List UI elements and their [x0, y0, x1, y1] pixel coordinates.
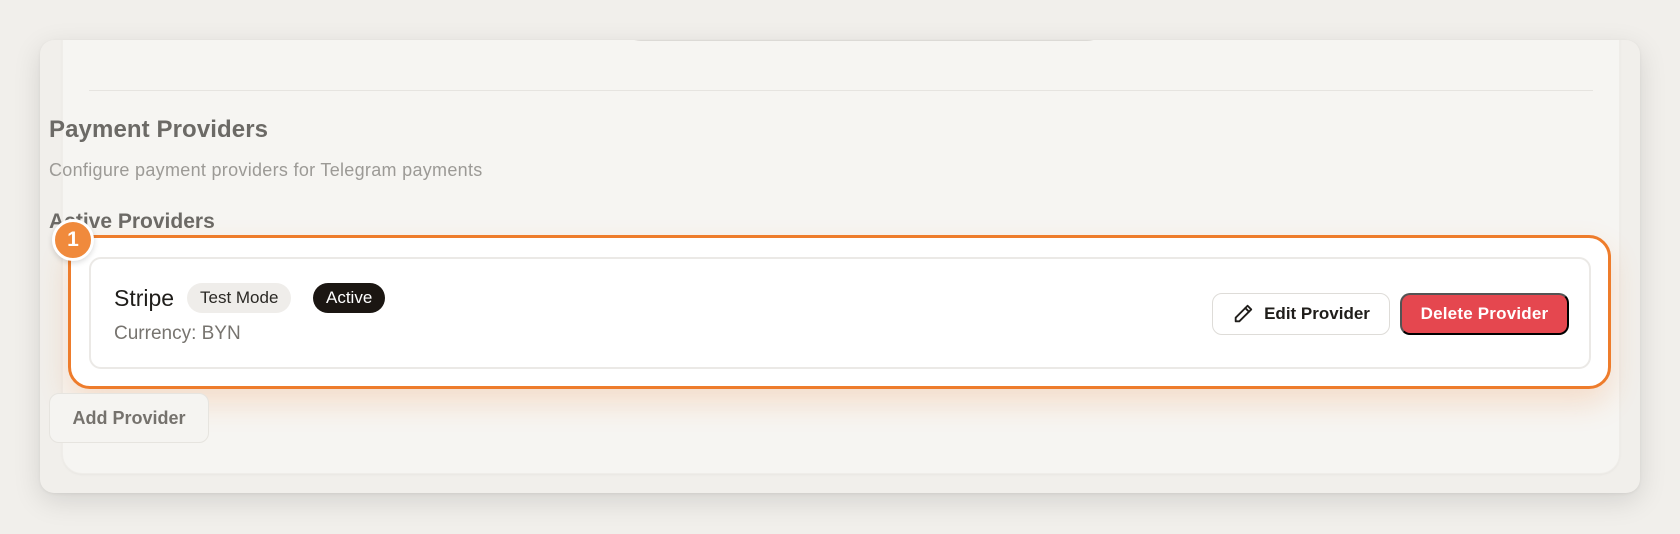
edit-provider-button[interactable]: Edit Provider	[1212, 293, 1390, 335]
delete-provider-button[interactable]: Delete Provider	[1400, 293, 1569, 335]
step-marker: 1	[52, 219, 94, 261]
section-description: Configure payment providers for Telegram…	[49, 160, 483, 180]
add-provider-button[interactable]: Add Provider	[49, 393, 209, 443]
test-mode-badge: Test Mode	[187, 283, 292, 313]
edit-provider-label: Edit Provider	[1264, 304, 1370, 323]
provider-currency: Currency: BYN	[114, 323, 241, 344]
pencil-icon	[1234, 304, 1253, 323]
provider-card: Stripe Test Mode Active Currency: BYN Ed…	[89, 257, 1591, 369]
status-badge: Active	[313, 283, 386, 313]
top-input-remnant	[619, 40, 1109, 41]
provider-name: Stripe	[114, 285, 175, 311]
section-divider	[89, 90, 1593, 91]
section-title: Payment Providers	[49, 116, 269, 143]
